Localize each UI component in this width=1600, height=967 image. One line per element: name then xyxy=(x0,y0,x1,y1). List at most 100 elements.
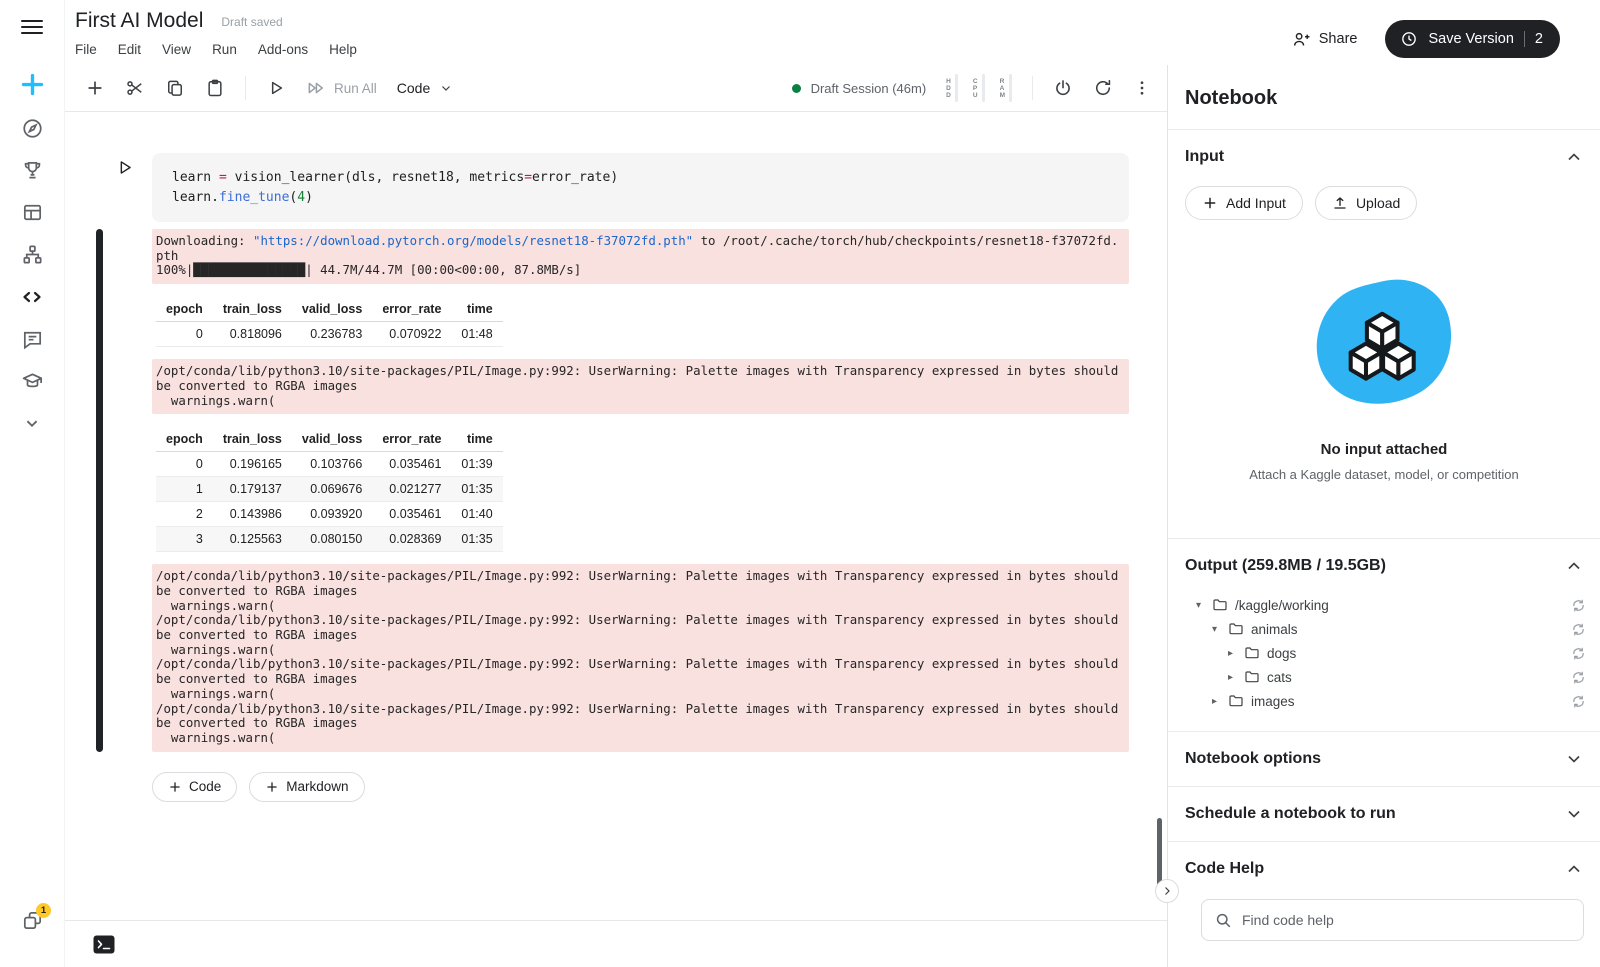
cell-run-icon[interactable] xyxy=(115,158,134,177)
run-all-button[interactable]: Run All xyxy=(306,78,377,98)
menu-file[interactable]: File xyxy=(75,42,97,57)
output-section-header[interactable]: Output (259.8MB / 19.5GB) xyxy=(1168,539,1600,593)
competitions-trophy-icon[interactable] xyxy=(21,159,44,182)
right-panel: Notebook Input Add Input Upload xyxy=(1168,65,1600,967)
create-button[interactable] xyxy=(19,71,46,98)
chevron-up-icon xyxy=(1564,147,1584,167)
table-row: 00.8180960.2367830.07092201:48 xyxy=(156,322,503,347)
plus-icon xyxy=(1202,195,1218,211)
tree-item-animals[interactable]: ▾animals xyxy=(1168,617,1600,641)
cut-scissors-icon[interactable] xyxy=(125,78,145,98)
menu-help[interactable]: Help xyxy=(329,42,357,57)
menu-view[interactable]: View xyxy=(162,42,191,57)
folder-icon xyxy=(1228,693,1244,709)
sync-icon[interactable] xyxy=(1571,598,1586,613)
draft-status: Draft saved xyxy=(221,15,282,29)
version-history-icon xyxy=(1400,30,1418,48)
tree-collapsed-icon[interactable]: ▸ xyxy=(1212,696,1228,707)
notebook-main: Run All Code Draft Session (46m) HDDCPUR… xyxy=(65,65,1168,967)
code-editor[interactable]: learn = vision_learner(dls, resnet18, me… xyxy=(152,153,1129,222)
stderr-warning-1: /opt/conda/lib/python3.10/site-packages/… xyxy=(152,359,1129,414)
panel-collapse-handle[interactable] xyxy=(1155,879,1179,903)
chevron-up-icon xyxy=(1564,556,1584,576)
cell-type-dropdown[interactable]: Code xyxy=(397,80,452,96)
table-row: 20.1439860.0939200.03546101:40 xyxy=(156,502,503,527)
tree-collapsed-icon[interactable]: ▸ xyxy=(1228,672,1244,683)
restart-icon[interactable] xyxy=(1093,78,1113,98)
tree-item-label: images xyxy=(1251,694,1571,709)
cell-selection-bar[interactable] xyxy=(96,229,103,752)
version-count: 2 xyxy=(1535,31,1543,47)
plus-icon xyxy=(19,71,46,98)
save-version-button[interactable]: Save Version 2 xyxy=(1385,20,1560,58)
sync-icon[interactable] xyxy=(1571,670,1586,685)
tree-item-label: cats xyxy=(1267,670,1571,685)
datasets-table-icon[interactable] xyxy=(21,201,44,224)
run-all-icon xyxy=(306,78,326,98)
tree-item-cats[interactable]: ▸ cats xyxy=(1168,665,1600,689)
upload-button[interactable]: Upload xyxy=(1315,186,1417,220)
cubes-illustration xyxy=(1309,276,1459,411)
tree-item-dogs[interactable]: ▸dogs xyxy=(1168,641,1600,665)
notification-badge: 1 xyxy=(36,903,51,918)
power-icon[interactable] xyxy=(1053,78,1073,98)
folder-icon xyxy=(1244,669,1260,685)
tree-item-kaggle-working[interactable]: ▾/kaggle/working xyxy=(1168,593,1600,617)
tree-expanded-icon[interactable]: ▾ xyxy=(1212,624,1228,635)
tree-collapsed-icon[interactable]: ▸ xyxy=(1228,648,1244,659)
kaggle-notebook-app: 1 First AI Model Draft saved File Edit Vie… xyxy=(0,0,1600,967)
sync-icon[interactable] xyxy=(1571,646,1586,661)
code-icon[interactable] xyxy=(20,285,44,309)
stderr-download: Downloading: "https://download.pytorch.o… xyxy=(152,229,1129,284)
code-help-search[interactable] xyxy=(1201,899,1584,941)
session-status[interactable]: Draft Session (46m) xyxy=(792,81,927,96)
tree-expanded-icon[interactable]: ▾ xyxy=(1196,600,1212,611)
menu-run[interactable]: Run xyxy=(212,42,237,57)
share-button[interactable]: Share xyxy=(1292,30,1358,49)
models-sitemap-icon[interactable] xyxy=(21,243,44,266)
copy-icon[interactable] xyxy=(165,78,185,98)
add-cell-row: Code Markdown xyxy=(152,772,1129,828)
share-person-icon xyxy=(1292,30,1311,49)
add-code-button[interactable]: Code xyxy=(152,772,237,802)
discussions-comment-icon[interactable] xyxy=(21,328,44,351)
search-input[interactable] xyxy=(1242,912,1571,928)
chevron-down-icon xyxy=(1564,749,1584,769)
metrics-table-2: epochtrain_lossvalid_losserror_ratetime0… xyxy=(156,427,503,552)
add-input-button[interactable]: Add Input xyxy=(1185,186,1303,220)
upload-icon xyxy=(1332,195,1348,211)
tree-item-images[interactable]: ▸ images xyxy=(1168,689,1600,713)
input-section-header[interactable]: Input xyxy=(1168,130,1600,184)
notebook-title[interactable]: First AI Model xyxy=(75,9,203,33)
add-markdown-button[interactable]: Markdown xyxy=(249,772,364,802)
kebab-menu-icon[interactable] xyxy=(1133,79,1151,97)
sync-icon[interactable] xyxy=(1571,694,1586,709)
run-cell-icon[interactable] xyxy=(266,78,286,98)
folder-icon xyxy=(1244,645,1260,661)
empty-state-caption: Attach a Kaggle dataset, model, or compe… xyxy=(1249,467,1519,482)
menu-add-ons[interactable]: Add-ons xyxy=(258,42,308,57)
learn-graduation-icon[interactable] xyxy=(21,370,44,393)
explore-compass-icon[interactable] xyxy=(21,117,44,140)
section-code-help[interactable]: Code Help xyxy=(1168,841,1600,896)
section-notebook-options[interactable]: Notebook options xyxy=(1168,731,1600,786)
add-cell-icon[interactable] xyxy=(85,78,105,98)
menu-bar: File Edit View Run Add-ons Help xyxy=(75,42,357,57)
windows-switcher-icon[interactable]: 1 xyxy=(21,909,44,932)
meter-hdd: HDD xyxy=(946,74,958,102)
rail-chevron-down-icon[interactable] xyxy=(21,412,43,434)
meter-cpu: CPU xyxy=(973,74,985,102)
notebook-canvas: learn = vision_learner(dls, resnet18, me… xyxy=(65,112,1167,920)
top-bar: First AI Model Draft saved File Edit View R… xyxy=(65,0,1600,65)
paste-clipboard-icon[interactable] xyxy=(205,78,225,98)
left-rail: 1 xyxy=(0,0,65,967)
section-schedule-a-notebook-to-run[interactable]: Schedule a notebook to run xyxy=(1168,786,1600,841)
sync-icon[interactable] xyxy=(1571,622,1586,637)
download-url[interactable]: "https://download.pytorch.org/models/res… xyxy=(253,233,693,248)
menu-edit[interactable]: Edit xyxy=(118,42,141,57)
plus-icon xyxy=(265,780,279,794)
console-terminal-icon[interactable] xyxy=(92,934,116,955)
panel-sections: Notebook optionsSchedule a notebook to r… xyxy=(1168,731,1600,896)
hamburger-menu-icon[interactable] xyxy=(21,20,43,34)
divider xyxy=(1032,76,1033,100)
